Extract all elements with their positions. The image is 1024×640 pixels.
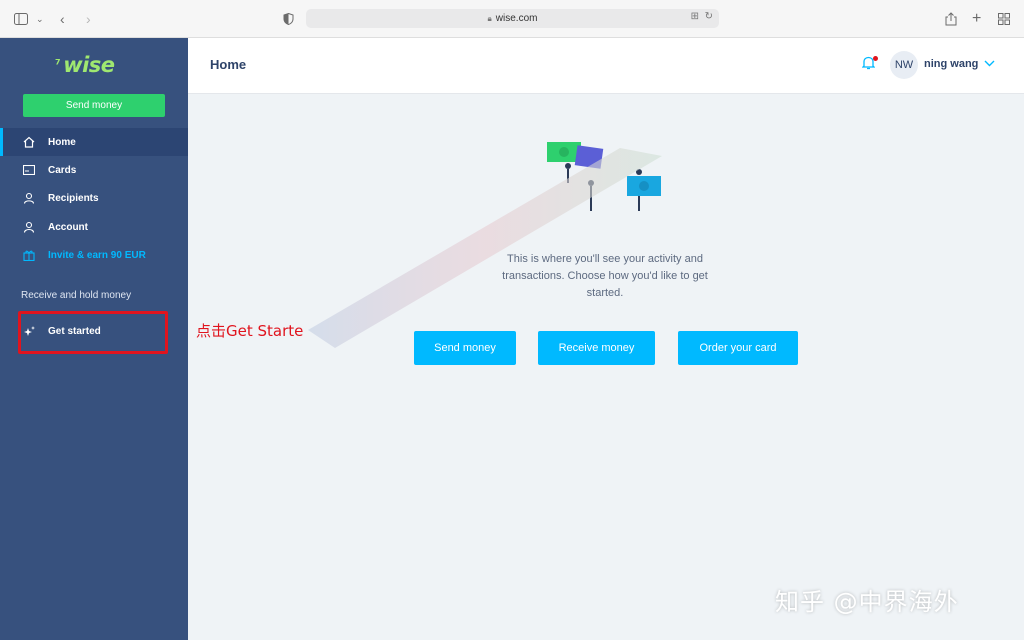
browser-toolbar: ⌄ ‹ › 🔒︎ wise.com ⊞ ↻ + [0,0,1024,38]
new-tab-icon[interactable]: + [972,10,981,28]
chevron-down-icon[interactable] [984,56,995,70]
empty-state-message: This is where you'll see your activity a… [502,253,708,299]
avatar[interactable]: NW [890,51,918,79]
gift-icon [22,248,36,262]
shield-icon[interactable] [283,10,294,28]
notification-dot [873,56,878,61]
sidebar-send-money-button[interactable]: Send money [23,94,165,117]
sidebar: ⁷ wise Send money Home Cards Recipients … [0,38,188,640]
recipients-icon [22,191,36,205]
card-icon [22,163,36,177]
sidebar-toggle-icon[interactable] [14,10,28,28]
sidebar-item-label: Home [48,136,76,148]
lock-icon: 🔒︎ [487,13,492,23]
order-card-button[interactable]: Order your card [678,331,798,365]
sidebar-item-recipients[interactable]: Recipients [0,184,188,212]
share-icon[interactable] [945,10,957,28]
page-title: Home [210,57,247,72]
sidebar-item-label: Recipients [48,192,99,204]
main-content: This is where you'll see your activity a… [188,94,1024,640]
notification-bell-icon[interactable] [861,56,878,72]
logo-text: wise [63,53,115,77]
sidebar-item-cards[interactable]: Cards [0,156,188,184]
sidebar-item-account[interactable]: Account [0,213,188,241]
annotation-text: 点击Get Starte [196,322,304,340]
user-name[interactable]: ning wang [924,58,978,70]
translate-icon[interactable]: ⊞ [691,11,699,22]
address-bar[interactable]: 🔒︎ wise.com ⊞ ↻ [306,9,719,28]
top-bar: Home NW ning wang [188,38,1024,94]
sidebar-item-invite[interactable]: Invite & earn 90 EUR [0,241,188,269]
home-icon [22,135,36,149]
reload-icon[interactable]: ↻ [705,11,713,22]
tab-overview-icon[interactable] [998,10,1010,28]
chevron-down-icon[interactable]: ⌄ [36,10,44,28]
wise-logo[interactable]: ⁷ wise [55,53,125,77]
sidebar-item-label: Invite & earn 90 EUR [48,249,146,261]
wise-flag-icon: ⁷ [55,57,61,73]
url-text: wise.com [495,13,538,24]
receive-money-button[interactable]: Receive money [538,331,655,365]
sidebar-item-home[interactable]: Home [0,128,188,156]
empty-state-illustration [543,139,663,214]
send-money-button[interactable]: Send money [414,331,516,365]
section-label: Receive and hold money [21,290,132,301]
forward-icon[interactable]: › [86,10,91,28]
highlight-box [18,311,168,354]
back-icon[interactable]: ‹ [60,10,65,28]
account-icon [22,220,36,234]
watermark: 知乎 @中界海外 [775,588,959,616]
sidebar-item-label: Cards [48,164,77,176]
sidebar-item-label: Account [48,221,88,233]
